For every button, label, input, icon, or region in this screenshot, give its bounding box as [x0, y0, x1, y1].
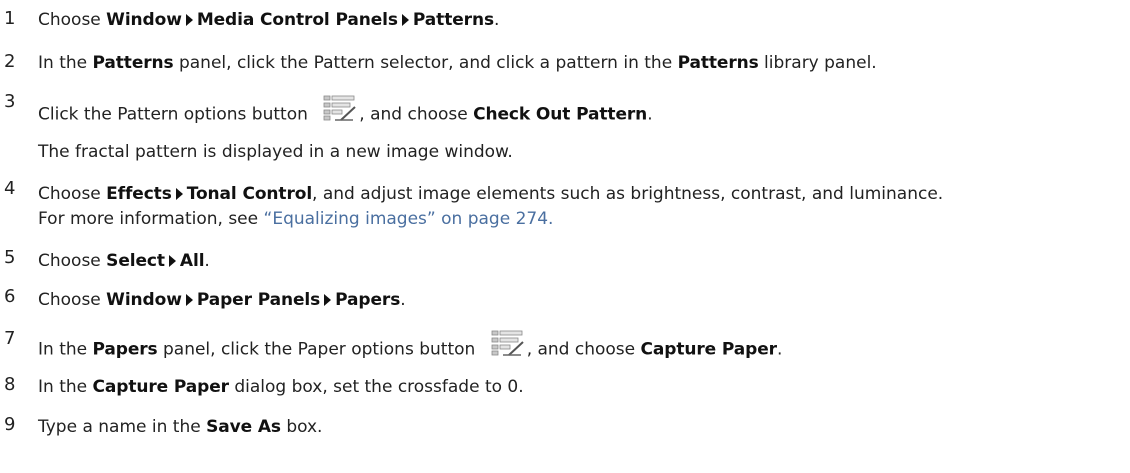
step-number: 5	[4, 247, 16, 268]
step-note: The fractal pattern is displayed in a ne…	[38, 142, 513, 162]
step-number: 6	[4, 286, 16, 307]
menu-arrow-icon	[168, 254, 176, 267]
options-list-icon	[323, 94, 357, 129]
step-number: 8	[4, 374, 16, 395]
step-4-more-info: For more information, see “Equalizing im…	[38, 209, 554, 229]
step-text: Choose Select All.	[38, 251, 210, 271]
step-number: 7	[4, 328, 16, 349]
step-number: 1	[4, 8, 16, 29]
menu-arrow-icon	[185, 293, 193, 306]
menu-arrow-icon	[401, 13, 409, 26]
menu-arrow-icon	[185, 13, 193, 26]
menu-arrow-icon	[175, 187, 183, 200]
menu-arrow-icon	[324, 293, 332, 306]
step-number: 4	[4, 178, 16, 199]
step-text: Type a name in the Save As box.	[38, 417, 323, 437]
step-text: Click the Pattern options button , and c…	[38, 94, 653, 132]
step-text: Choose Window Paper Panels Papers.	[38, 290, 406, 310]
options-list-icon	[491, 329, 525, 364]
step-number: 3	[4, 91, 16, 112]
step-text: In the Patterns panel, click the Pattern…	[38, 53, 877, 73]
step-text: In the Papers panel, click the Paper opt…	[38, 329, 782, 367]
step-number: 2	[4, 51, 16, 72]
equalizing-images-link[interactable]: “Equalizing images” on page 274.	[264, 209, 554, 229]
step-text: In the Capture Paper dialog box, set the…	[38, 377, 524, 397]
step-text: Choose Effects Tonal Control, and adjust …	[38, 184, 944, 204]
step-number: 9	[4, 414, 16, 435]
step-text: Choose Window Media Control Panels Pattern…	[38, 10, 500, 30]
